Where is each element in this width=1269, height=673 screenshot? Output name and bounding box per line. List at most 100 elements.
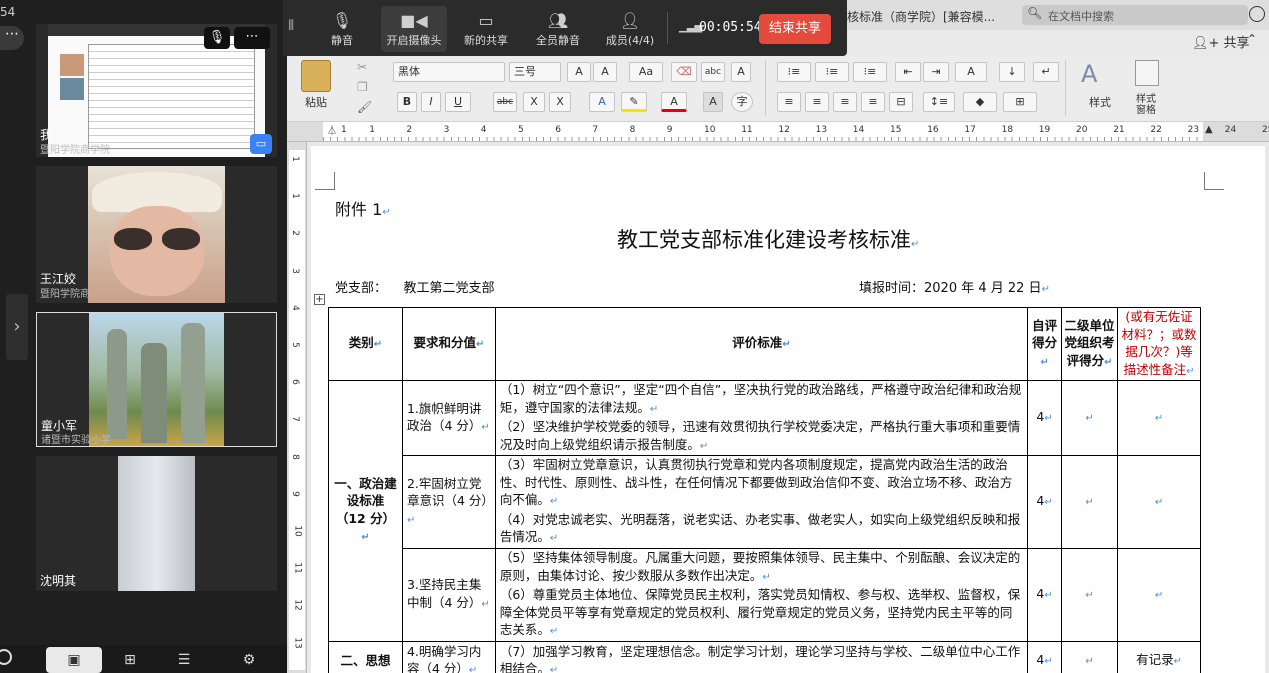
vruler-numbers: 11234567891011121314	[290, 142, 304, 673]
font-name-select[interactable]: 黑体	[393, 62, 505, 82]
share-screen-icon: ▭	[478, 11, 494, 30]
ruler-number: 4	[480, 125, 487, 135]
header-criteria: 评价标准↵	[494, 307, 1029, 381]
justify-icon[interactable]: ≡	[861, 92, 885, 112]
format-painter-icon[interactable]: 🖌︎	[357, 100, 372, 114]
category-cell: 二、思想	[328, 640, 403, 673]
shading-icon[interactable]: ◆	[963, 92, 997, 112]
mute-button[interactable]: 🎙︎ 静音	[313, 6, 371, 52]
line-spacing-icon[interactable]: ↕≡	[923, 92, 955, 112]
list-view-icon[interactable]: ☰	[160, 647, 208, 673]
collapse-ribbon-icon[interactable]: ⌃	[1247, 32, 1257, 46]
bullets-icon[interactable]: ⁝≡	[777, 62, 811, 82]
collapse-arrow-icon[interactable]: ›	[6, 294, 28, 360]
account-icon[interactable]	[1249, 6, 1265, 22]
font-color-icon[interactable]: A	[661, 92, 687, 112]
header-notes: (或有无佐证材料？；或数据几次？)等描述性备注↵	[1117, 307, 1201, 381]
asian-layout-icon[interactable]: A	[955, 62, 987, 82]
subscript-icon[interactable]: X	[523, 92, 545, 112]
ruler-number: 5	[518, 125, 524, 135]
self-score-cell: 4↵	[1027, 455, 1063, 549]
document-page[interactable]: 附件 1↵ 教工党支部标准化建设考核标准↵ 党支部： 教工第二党支部 填报时间：…	[311, 146, 1265, 673]
chat-icon[interactable]: ▭	[250, 134, 272, 154]
participant-tile-me[interactable]: 🎙 ⋯ ▭ 我 暨阳学院商学院	[36, 24, 277, 157]
char-shading-icon[interactable]: A	[703, 92, 723, 112]
align-left-icon[interactable]: ≡	[777, 92, 801, 112]
vertical-ruler[interactable]: 11234567891011121314	[287, 142, 307, 673]
participant-tile[interactable]: 王江姣 暨阳学院商	[36, 166, 277, 303]
borders-icon[interactable]: ⊞	[1003, 92, 1037, 112]
underline-icon[interactable]: U	[445, 92, 471, 112]
styles-pane-icon[interactable]	[1135, 60, 1159, 86]
align-right-icon[interactable]: ≡	[833, 92, 857, 112]
distributed-icon[interactable]: ⊟	[889, 92, 913, 112]
table-move-handle-icon[interactable]: +	[314, 294, 325, 305]
record-icon[interactable]	[0, 649, 12, 665]
members-button[interactable]: 👤︎ 成员(4/4)	[599, 6, 661, 52]
ruler-number: 9	[666, 125, 673, 135]
date-line: 填报时间：2020 年 4 月 22 日↵	[859, 277, 1050, 296]
highlight-icon[interactable]: ✎	[621, 92, 647, 112]
change-case-icon[interactable]: Aa	[629, 62, 663, 82]
share-button[interactable]: 👤︎+ 共享	[1192, 32, 1250, 51]
header-unit-score: 二级单位党组织考评得分↵	[1061, 307, 1119, 381]
ruler-number: 24	[1224, 125, 1237, 135]
styles-icon[interactable]: A	[1081, 60, 1097, 88]
indent-marker-icon[interactable]: ⏃	[327, 122, 337, 137]
grid-view-icon[interactable]: ⊞	[106, 647, 154, 673]
more-icon[interactable]: ⋯	[0, 26, 24, 50]
stop-share-button[interactable]: 结束共享	[759, 14, 831, 44]
search-box[interactable]: 🔍︎ 在文档中搜索	[1022, 5, 1248, 25]
text-effects-icon[interactable]: A	[589, 92, 615, 112]
speaker-view-icon[interactable]: ▣	[46, 647, 102, 673]
phonetic-icon[interactable]: abc	[701, 62, 725, 82]
ruler-numbers: 1 1 2 3 4 5 6 7 8 9 10 11 12 13 14 15 16 17 18 19 20 21 22 23 24…	[287, 125, 1269, 139]
ruler-number: 2	[406, 125, 413, 135]
right-indent-marker-icon[interactable]: ▲	[1205, 124, 1213, 135]
notes-cell: ↵	[1117, 380, 1201, 456]
numbering-icon[interactable]: ⁝≡	[815, 62, 849, 82]
show-marks-icon[interactable]: ↵	[1033, 62, 1059, 82]
branch-value: 教工第二党支部	[403, 281, 495, 296]
cut-icon[interactable]: ✂	[357, 60, 367, 74]
button-label: 新的共享	[464, 34, 508, 47]
copy-icon[interactable]: ❐	[357, 80, 368, 94]
align-center-icon[interactable]: ≡	[805, 92, 829, 112]
new-share-button[interactable]: ▭ 新的共享	[457, 6, 515, 52]
grow-font-icon[interactable]: A	[567, 62, 591, 82]
enclose-char-icon[interactable]: 字	[731, 92, 753, 112]
participant-tile[interactable]: 沈明其	[36, 456, 277, 591]
shrink-font-icon[interactable]: A	[593, 62, 617, 82]
microphone-icon[interactable]: 🎙	[204, 27, 230, 49]
sort-icon[interactable]: ↓	[999, 62, 1025, 82]
heading-text: 教工党支部标准化建设考核标准	[617, 228, 911, 252]
paste-icon[interactable]	[301, 60, 331, 92]
participants-panel: 54 ⋯ › 🎙 ⋯ ▭ 我 暨阳学院商学院 王江姣 暨阳学院商 童小军 诸暨市…	[0, 0, 287, 673]
mute-all-button[interactable]: 👥︎ 全员静音	[529, 6, 587, 52]
date-text: 填报时间：2020 年 4 月 22 日	[859, 281, 1042, 296]
italic-icon[interactable]: I	[421, 92, 441, 112]
participant-tile[interactable]: 童小军 诸暨市实验小学	[36, 312, 277, 447]
font-size-select[interactable]: 三号	[509, 62, 561, 82]
horizontal-ruler[interactable]: 1 1 2 3 4 5 6 7 8 9 10 11 12 13 14 15 16 17 18 19 20 21 22 23 24…	[287, 122, 1269, 142]
meeting-toolbar: ⦀ 🎙︎ 静音 ■◀ 开启摄像头 ▭ 新的共享 👥︎ 全员静音 👤︎ 成员(4/4) ▁▃…	[283, 0, 847, 56]
ruler-number: 19	[1038, 125, 1051, 135]
bold-icon[interactable]: B	[397, 92, 417, 112]
tile-more-icon[interactable]: ⋯	[234, 27, 270, 49]
camera-button[interactable]: ■◀ 开启摄像头	[381, 6, 447, 52]
clear-format-icon[interactable]: ⌫	[671, 62, 697, 82]
notes-cell: ↵	[1117, 548, 1201, 642]
multilevel-list-icon[interactable]: ⁝≡	[853, 62, 887, 82]
char-border-icon[interactable]: A	[731, 62, 751, 82]
drag-handle-icon[interactable]: ⦀	[288, 18, 294, 34]
gear-icon[interactable]: ⚙	[234, 647, 264, 673]
ribbon: 粘贴 ✂ ❐ 🖌︎ 黑体 三号 A A Aa ⌫ abc A B I U abc…	[287, 56, 1269, 122]
self-score-cell: 4↵	[1027, 548, 1063, 642]
ruler-number: 6	[555, 125, 561, 135]
increase-indent-icon[interactable]: ⇥	[923, 62, 949, 82]
self-score-cell: 4↵	[1027, 380, 1063, 456]
decrease-indent-icon[interactable]: ⇤	[895, 62, 921, 82]
strikethrough-icon[interactable]: abc	[493, 92, 517, 112]
vruler-number: 6	[289, 379, 300, 386]
superscript-icon[interactable]: X	[549, 92, 571, 112]
